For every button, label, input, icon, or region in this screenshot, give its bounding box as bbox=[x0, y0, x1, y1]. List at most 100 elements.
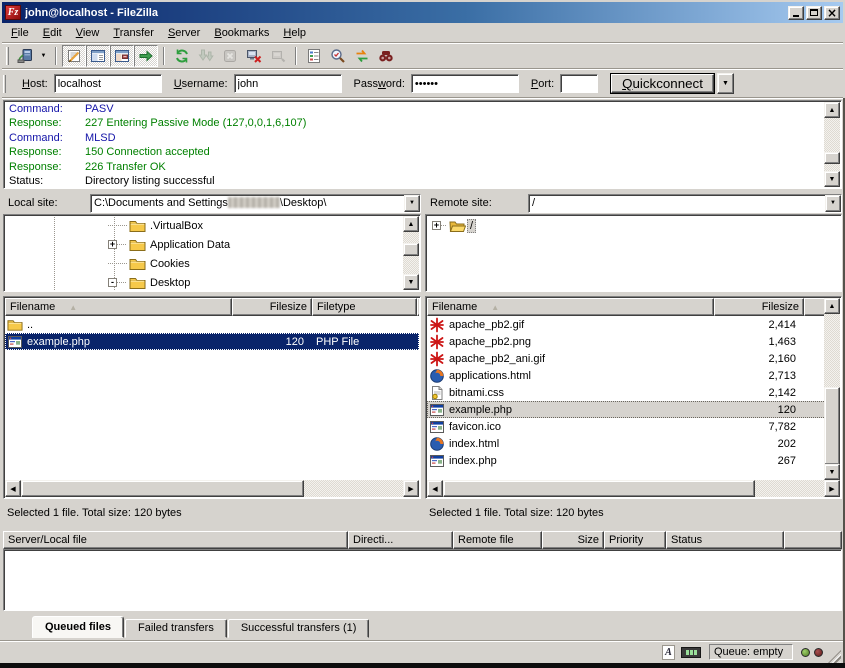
apache-file-icon bbox=[429, 351, 445, 367]
collapse-icon[interactable] bbox=[108, 278, 117, 287]
expand-icon[interactable] bbox=[432, 221, 441, 230]
menu-item-view[interactable]: View bbox=[69, 25, 107, 41]
find-files-button[interactable] bbox=[374, 45, 398, 67]
port-input[interactable] bbox=[560, 74, 598, 93]
scroll-down-icon[interactable]: ▼ bbox=[824, 171, 840, 187]
column-header-filesize[interactable]: Filesize bbox=[714, 298, 804, 316]
maximize-button[interactable] bbox=[806, 6, 822, 20]
scroll-down-icon[interactable]: ▼ bbox=[403, 274, 419, 290]
tab-queued-files[interactable]: Queued files bbox=[32, 616, 124, 638]
tab-failed-transfers[interactable]: Failed transfers bbox=[125, 619, 227, 638]
file-row-apache-pb2-gif[interactable]: apache_pb2.gif2,414 bbox=[427, 316, 840, 333]
directory-comparison-button[interactable] bbox=[326, 45, 350, 67]
site-manager-button-dropdown[interactable]: ▼ bbox=[37, 45, 50, 67]
titlebar[interactable]: Fz john@localhost - FileZilla × bbox=[2, 2, 843, 23]
scroll-left-icon[interactable]: ◀ bbox=[5, 480, 21, 497]
queue-column-size[interactable]: Size bbox=[542, 531, 604, 549]
local-tree-scrollbar[interactable]: ▲ ▼ bbox=[403, 216, 419, 290]
scroll-right-icon[interactable]: ▶ bbox=[403, 480, 419, 497]
file-row-example-php[interactable]: example.php120 bbox=[427, 401, 840, 418]
menu-item-help[interactable]: Help bbox=[276, 25, 313, 41]
menu-item-bookmarks[interactable]: Bookmarks bbox=[207, 25, 276, 41]
message-log-scrollbar[interactable]: ▲ ▼ bbox=[824, 102, 840, 187]
queue-column-directi-[interactable]: Directi... bbox=[348, 531, 453, 549]
resize-grip[interactable] bbox=[828, 650, 841, 663]
column-header-filesize[interactable]: Filesize bbox=[232, 298, 312, 316]
tree-item-application-data[interactable]: Application Data bbox=[5, 235, 403, 254]
cancel-operation-button[interactable] bbox=[218, 45, 242, 67]
host-input[interactable] bbox=[54, 74, 162, 93]
queue-column-server-local-file[interactable]: Server/Local file bbox=[3, 531, 348, 549]
file-row-bitnami-css[interactable]: bitnami.css2,142 bbox=[427, 384, 840, 401]
tab-successful-transfers-1-[interactable]: Successful transfers (1) bbox=[228, 619, 370, 638]
scroll-down-icon[interactable]: ▼ bbox=[824, 464, 840, 480]
queue-column-remote-file[interactable]: Remote file bbox=[453, 531, 542, 549]
tree-item-cookies[interactable]: Cookies bbox=[5, 254, 403, 273]
toggle-remote-tree-button[interactable] bbox=[110, 45, 134, 67]
remote-list-hscrollbar[interactable]: ◀ ▶ bbox=[427, 480, 840, 497]
site-manager-button[interactable] bbox=[13, 45, 37, 67]
queue-column-priority[interactable]: Priority bbox=[604, 531, 666, 549]
tree-item--virtualbox[interactable]: .VirtualBox bbox=[5, 216, 403, 235]
menu-item-transfer[interactable]: Transfer bbox=[106, 25, 161, 41]
quickconnect-dropdown-button[interactable]: ▼ bbox=[717, 73, 734, 94]
file-row-apache-pb2-png[interactable]: apache_pb2.png1,463 bbox=[427, 333, 840, 350]
file-row-favicon-ico[interactable]: favicon.ico7,782 bbox=[427, 418, 840, 435]
toolbar-separator bbox=[55, 47, 57, 65]
quickconnect-button[interactable]: Quickconnect bbox=[610, 73, 715, 94]
toggle-message-log-button[interactable] bbox=[62, 45, 86, 67]
toolbar-grip[interactable] bbox=[3, 75, 6, 93]
scroll-right-icon[interactable]: ▶ bbox=[824, 480, 840, 497]
file-row--[interactable]: .. bbox=[5, 316, 419, 333]
menu-item-file[interactable]: File bbox=[4, 25, 36, 41]
remote-list-vscrollbar[interactable]: ▲ ▼ bbox=[824, 298, 840, 480]
scroll-up-icon[interactable]: ▲ bbox=[824, 102, 840, 118]
scrollbar-thumb[interactable] bbox=[824, 387, 840, 465]
remote-site-combo[interactable]: / ▼ bbox=[528, 194, 842, 213]
scrollbar-thumb[interactable] bbox=[824, 152, 840, 164]
username-input[interactable] bbox=[234, 74, 342, 93]
file-row-index-php[interactable]: index.php267 bbox=[427, 452, 840, 469]
scroll-up-icon[interactable]: ▲ bbox=[403, 216, 419, 232]
tree-item-root[interactable]: / bbox=[427, 216, 840, 235]
menu-item-edit[interactable]: Edit bbox=[36, 25, 69, 41]
tree-item-desktop[interactable]: Desktop bbox=[5, 273, 403, 290]
password-input[interactable] bbox=[411, 74, 519, 93]
password-label: Password: bbox=[354, 78, 405, 90]
minimize-button[interactable] bbox=[788, 6, 804, 20]
column-header-l[interactable]: L bbox=[417, 298, 419, 316]
filezilla-window: Fz john@localhost - FileZilla × FileEdit… bbox=[0, 0, 845, 668]
scroll-left-icon[interactable]: ◀ bbox=[427, 480, 443, 497]
local-list-hscrollbar[interactable]: ◀ ▶ bbox=[5, 480, 419, 497]
toggle-local-tree-button[interactable] bbox=[86, 45, 110, 67]
remote-path-value[interactable]: / bbox=[529, 195, 825, 212]
directory-listing-filters-button[interactable] bbox=[302, 45, 326, 67]
scrollbar-thumb[interactable] bbox=[443, 480, 755, 497]
expand-icon[interactable] bbox=[108, 240, 117, 249]
queue-column-status[interactable]: Status bbox=[666, 531, 784, 549]
menu-item-server[interactable]: Server bbox=[161, 25, 207, 41]
synchronized-browsing-button[interactable] bbox=[350, 45, 374, 67]
local-site-combo[interactable]: C:\Documents and Settings\Desktop\ ▼ bbox=[90, 194, 421, 213]
close-button[interactable]: × bbox=[824, 6, 840, 20]
column-header-filename[interactable]: Filename▲ bbox=[427, 298, 714, 316]
file-row-index-html[interactable]: index.html202 bbox=[427, 435, 840, 452]
file-row-applications-html[interactable]: applications.html2,713 bbox=[427, 367, 840, 384]
column-header-filetype[interactable]: Filetype bbox=[312, 298, 417, 316]
scrollbar-thumb[interactable] bbox=[21, 480, 304, 497]
toggle-transfer-queue-button[interactable] bbox=[134, 45, 158, 67]
file-row-apache-pb2-ani-gif[interactable]: apache_pb2_ani.gif2,160 bbox=[427, 350, 840, 367]
disconnect-button[interactable] bbox=[242, 45, 266, 67]
remote-site-dropdown-button[interactable]: ▼ bbox=[825, 195, 841, 212]
reconnect-button[interactable] bbox=[266, 45, 290, 67]
local-path-value[interactable]: C:\Documents and Settings\Desktop\ bbox=[91, 195, 404, 212]
local-site-dropdown-button[interactable]: ▼ bbox=[404, 195, 420, 212]
refresh-button[interactable] bbox=[170, 45, 194, 67]
scrollbar-thumb[interactable] bbox=[403, 243, 419, 256]
process-queue-button[interactable] bbox=[194, 45, 218, 67]
column-header-filename[interactable]: Filename▲ bbox=[5, 298, 232, 316]
toolbar-grip[interactable] bbox=[6, 47, 9, 65]
scroll-up-icon[interactable]: ▲ bbox=[824, 298, 840, 314]
queue-column-blank[interactable] bbox=[784, 531, 842, 549]
file-row-example-php[interactable]: example.php120PHP File1 bbox=[5, 333, 419, 350]
